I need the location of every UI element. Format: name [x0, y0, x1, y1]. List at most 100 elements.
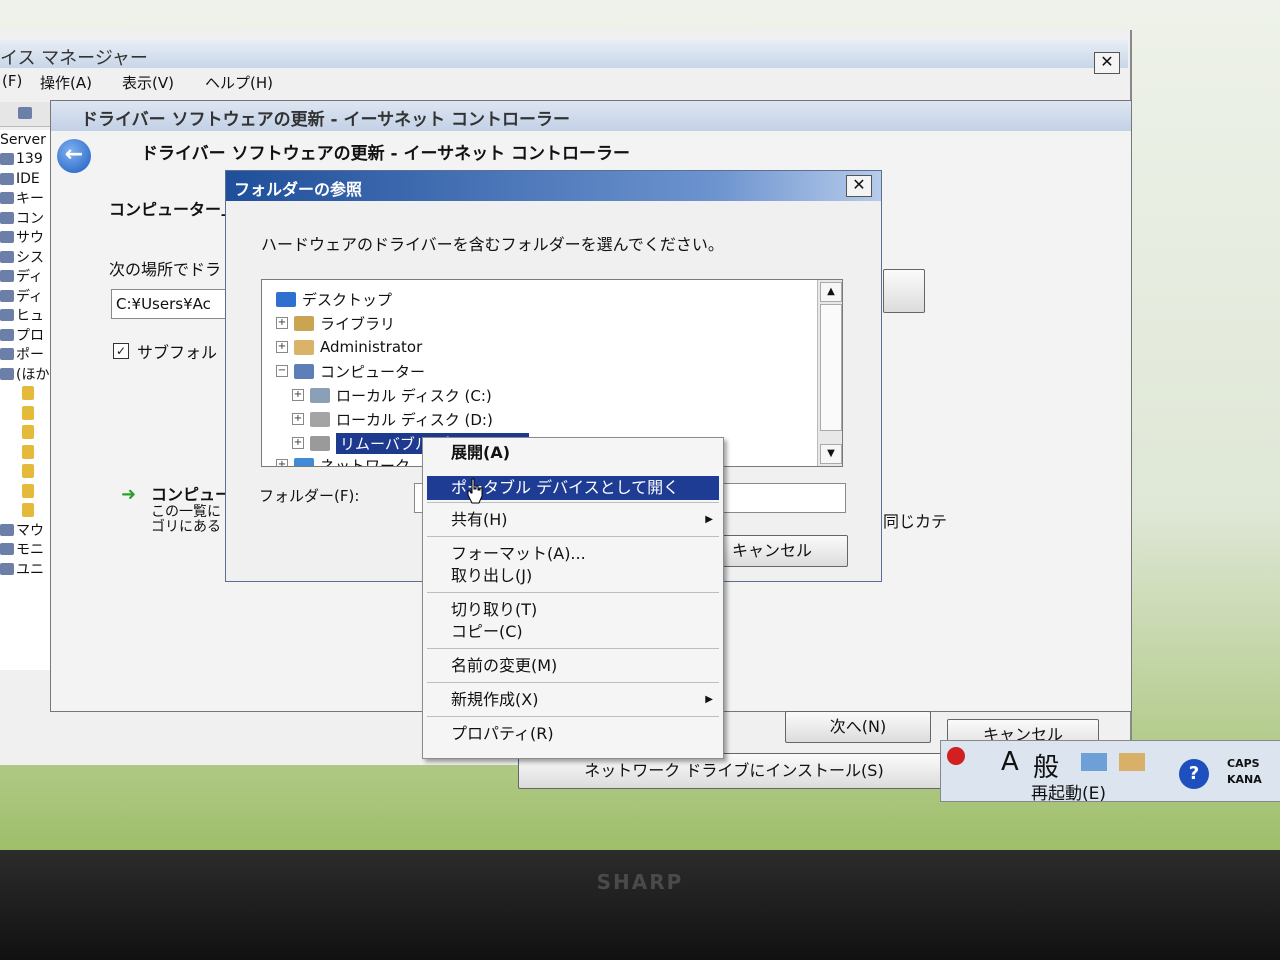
- system-drive-icon: [310, 387, 330, 403]
- monitor-bezel: [0, 850, 1280, 960]
- menu-item-properties[interactable]: プロパティ(R): [427, 722, 719, 746]
- tree-item[interactable]: ディ: [0, 286, 52, 306]
- device-icon: [0, 250, 14, 263]
- subfolders-label: サブフォル: [137, 343, 218, 362]
- tree-item[interactable]: ヒュ: [0, 306, 52, 326]
- expand-icon[interactable]: +: [276, 341, 288, 353]
- submenu-arrow-icon: ▶: [705, 694, 713, 705]
- ime-toolbar-icon[interactable]: [947, 747, 965, 765]
- tree-item[interactable]: (ほか: [0, 364, 52, 384]
- tree-node-network[interactable]: + ネットワーク: [276, 454, 410, 466]
- expand-icon[interactable]: +: [276, 317, 288, 329]
- hard-drive-icon: [310, 411, 330, 427]
- tree-item[interactable]: マウ: [0, 520, 52, 540]
- device-manager-close-button[interactable]: ✕: [1094, 52, 1120, 74]
- help-icon[interactable]: ?: [1179, 759, 1209, 789]
- wizard-window-title: ドライバー ソフトウェアの更新 - イーサネット コントローラー: [81, 110, 571, 130]
- tree-node-computer[interactable]: − コンピューター: [276, 360, 425, 382]
- menu-action[interactable]: 操作(A): [40, 72, 92, 93]
- expand-icon[interactable]: +: [292, 389, 304, 401]
- menu-view[interactable]: 表示(V): [122, 72, 174, 93]
- tree-node-administrator[interactable]: + Administrator: [276, 336, 422, 358]
- green-arrow-icon: ➜: [121, 484, 137, 505]
- menu-item-share[interactable]: 共有(H) ▶: [427, 508, 719, 532]
- subfolders-checkbox[interactable]: ✓: [113, 343, 129, 359]
- tree-item[interactable]: ディ: [0, 267, 52, 287]
- unknown-device-icon: [22, 483, 34, 498]
- device-icon: [0, 289, 14, 302]
- menu-item-new[interactable]: 新規作成(X) ▶: [427, 688, 719, 712]
- tree-item[interactable]: 139: [0, 150, 52, 170]
- tree-item[interactable]: [0, 462, 52, 482]
- menu-file[interactable]: (F): [2, 72, 22, 90]
- device-icon: [0, 192, 14, 205]
- unknown-device-icon: [22, 405, 34, 420]
- mouse-icon: [0, 523, 14, 536]
- device-icon: [0, 328, 14, 341]
- user-folder-icon: [294, 339, 314, 355]
- tree-item[interactable]: Server: [0, 130, 52, 150]
- device-icon: [0, 211, 14, 224]
- browse-button[interactable]: [883, 269, 925, 313]
- monitor-brand-logo: SHARP: [596, 870, 684, 894]
- menu-item-eject[interactable]: 取り出し(J): [427, 564, 719, 588]
- tree-item[interactable]: シス: [0, 247, 52, 267]
- tree-node-local-d[interactable]: + ローカル ディスク (D:): [292, 408, 493, 430]
- option-desc-2: ゴリにある: [151, 519, 221, 535]
- tree-node-desktop[interactable]: デスクトップ: [276, 288, 392, 310]
- toolbar-view-icon[interactable]: [18, 107, 32, 119]
- tree-node-libraries[interactable]: + ライブラリ: [276, 312, 395, 334]
- next-button[interactable]: 次へ(N): [785, 711, 931, 743]
- hand-cursor-icon: [467, 478, 483, 504]
- tree-node-local-c[interactable]: + ローカル ディスク (C:): [292, 384, 492, 406]
- tree-item[interactable]: コン: [0, 208, 52, 228]
- scroll-up-icon[interactable]: ▲: [820, 282, 842, 302]
- dictionary-icon[interactable]: [1081, 753, 1107, 771]
- kana-indicator: KANA: [1227, 773, 1262, 786]
- expand-icon[interactable]: +: [276, 459, 288, 466]
- device-tree: Server 139 IDE キー コン サウ シス ディ ディ ヒュ プロ ポ…: [0, 130, 52, 670]
- expand-icon[interactable]: +: [292, 437, 304, 449]
- unknown-device-icon: [22, 444, 34, 459]
- tree-item[interactable]: [0, 403, 52, 423]
- menu-item-format[interactable]: フォーマット(A)...: [427, 542, 719, 566]
- menu-help[interactable]: ヘルプ(H): [205, 72, 273, 93]
- menu-item-copy[interactable]: コピー(C): [427, 620, 719, 644]
- tree-item[interactable]: [0, 384, 52, 404]
- scroll-thumb[interactable]: [820, 304, 842, 431]
- tree-item[interactable]: プロ: [0, 325, 52, 345]
- tree-item[interactable]: モニ: [0, 540, 52, 560]
- tree-item[interactable]: ユニ: [0, 559, 52, 579]
- menu-item-rename[interactable]: 名前の変更(M): [427, 654, 719, 678]
- expand-icon[interactable]: +: [292, 413, 304, 425]
- toolbox-icon[interactable]: [1119, 753, 1145, 771]
- menu-item-cut[interactable]: 切り取り(T): [427, 598, 719, 622]
- browse-close-button[interactable]: ✕: [846, 175, 872, 197]
- device-icon: [0, 172, 14, 185]
- unknown-device-icon: [22, 425, 34, 440]
- usb-icon: [0, 562, 14, 575]
- tree-item[interactable]: キー: [0, 189, 52, 209]
- computer-icon: [294, 363, 314, 379]
- same-category-text: 同じカテ: [883, 512, 948, 531]
- menu-separator: [427, 592, 719, 593]
- tree-item[interactable]: ポー: [0, 345, 52, 365]
- ime-mode[interactable]: A: [1001, 747, 1019, 777]
- network-icon: [294, 457, 314, 466]
- tree-item[interactable]: [0, 481, 52, 501]
- device-icon: [0, 270, 14, 283]
- back-arrow-icon[interactable]: ←: [57, 139, 91, 173]
- tree-item[interactable]: IDE: [0, 169, 52, 189]
- tree-item[interactable]: [0, 442, 52, 462]
- unknown-device-icon: [22, 503, 34, 518]
- menu-item-expand[interactable]: 展開(A): [427, 441, 719, 465]
- caps-indicator: CAPS: [1227, 757, 1260, 770]
- tree-item[interactable]: [0, 501, 52, 521]
- tree-scrollbar[interactable]: ▲ ▼: [817, 280, 842, 466]
- restart-button[interactable]: 再起動(E): [1031, 779, 1106, 804]
- device-icon: [0, 309, 14, 322]
- tree-item[interactable]: サウ: [0, 228, 52, 248]
- collapse-icon[interactable]: −: [276, 365, 288, 377]
- tree-item[interactable]: [0, 423, 52, 443]
- scroll-down-icon[interactable]: ▼: [820, 444, 842, 464]
